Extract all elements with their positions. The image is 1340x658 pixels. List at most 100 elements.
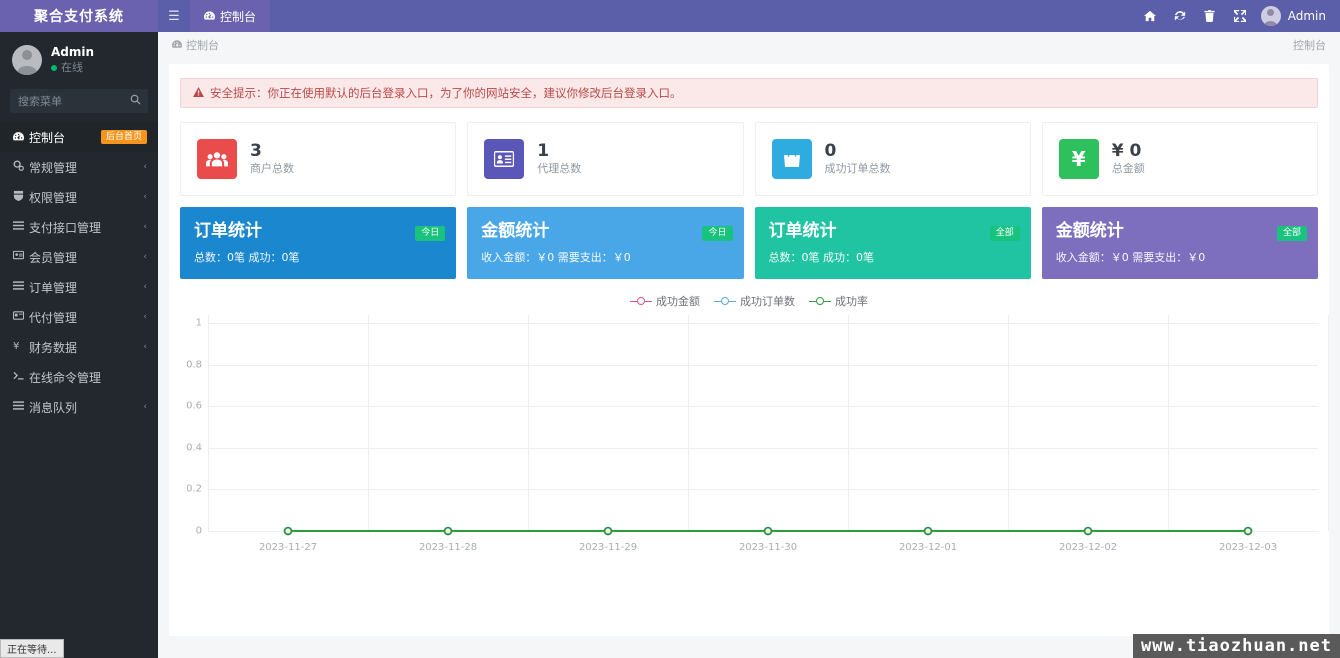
dashboard-icon bbox=[204, 10, 215, 23]
summary-tile-title: 金额统计 bbox=[481, 221, 550, 241]
chart-plot-area: 0 0.2 0.4 0.6 0.8 1 2023-11-27 2023-11-28 2023-1… bbox=[180, 315, 1329, 553]
stat-card-label: 商户总数 bbox=[250, 162, 294, 175]
chevron-left-icon: ‹ bbox=[143, 252, 147, 262]
hamburger-icon[interactable]: ☰ bbox=[158, 0, 190, 32]
sidebar-item-4[interactable]: 会员管理 ‹ bbox=[0, 242, 158, 272]
id-card-icon bbox=[484, 139, 525, 179]
sidebar-item-label: 财务数据 bbox=[29, 340, 78, 355]
sidebar-item-label: 支付接口管理 bbox=[29, 220, 102, 235]
sidebar-user-status: 在线 bbox=[51, 60, 94, 75]
terminal-icon bbox=[13, 370, 29, 384]
summary-tile-title: 订单统计 bbox=[768, 221, 837, 241]
fullscreen-icon[interactable] bbox=[1225, 0, 1255, 32]
avatar[interactable] bbox=[1260, 6, 1281, 26]
sidebar: Admin 在线 控制台后台首页常规管理‹权限管理‹支付接口管理‹会员管理‹订单… bbox=[0, 32, 158, 658]
stat-card-1[interactable]: 1 代理总数 bbox=[467, 122, 744, 196]
bag-icon bbox=[771, 139, 812, 179]
users-icon bbox=[13, 190, 29, 204]
summary-tile-badge: 全部 bbox=[989, 226, 1020, 241]
summary-tile-0[interactable]: 订单统计 总数：0笔 成功：0笔 今日 bbox=[180, 207, 457, 279]
summary-tile-badge: 全部 bbox=[1276, 226, 1307, 241]
sidebar-item-9[interactable]: 消息队列 ‹ bbox=[0, 392, 158, 422]
admin-menu-label[interactable]: Admin bbox=[1288, 9, 1326, 23]
sidebar-avatar[interactable] bbox=[12, 45, 42, 75]
tab-strip: 控制台 bbox=[190, 0, 271, 32]
statistics-chart: 成功金额 成功订单数 成功率 0 0.2 0.4 0.6 0.8 1 2023-11-27 202… bbox=[180, 293, 1329, 573]
sidebar-item-5[interactable]: 订单管理 ‹ bbox=[0, 272, 158, 302]
card-icon bbox=[12, 310, 29, 324]
top-right-actions: Admin bbox=[1135, 0, 1340, 32]
chevron-left-icon: ‹ bbox=[143, 342, 147, 352]
chart-series-layer bbox=[283, 526, 1253, 536]
refresh-icon[interactable] bbox=[1165, 0, 1195, 32]
sidebar-item-2[interactable]: 权限管理 ‹ bbox=[0, 182, 158, 212]
sidebar-item-1[interactable]: 常规管理 ‹ bbox=[0, 152, 158, 182]
legend-item-0[interactable]: 成功金额 bbox=[630, 293, 700, 309]
summary-tile-title: 金额统计 bbox=[1055, 221, 1124, 241]
chevron-left-icon: ‹ bbox=[143, 282, 147, 292]
sidebar-user-name: Admin bbox=[51, 45, 95, 59]
legend-item-label: 成功率 bbox=[835, 295, 868, 308]
browser-status-text: 正在等待... bbox=[0, 639, 64, 658]
chart-data-point bbox=[1243, 526, 1253, 536]
stat-card-label: 成功订单总数 bbox=[824, 162, 891, 175]
sidebar-item-badge: 后台首页 bbox=[100, 130, 147, 144]
chart-data-point bbox=[603, 526, 613, 536]
breadcrumb-label: 控制台 bbox=[186, 39, 219, 52]
tab-dashboard[interactable]: 控制台 bbox=[190, 0, 271, 32]
chart-data-point bbox=[443, 526, 453, 536]
sidebar-item-8[interactable]: 在线命令管理 bbox=[0, 362, 158, 392]
app-root: 聚合支付系统 ☰ 控制台 Admin Admin 在线 搜索菜单 控制台 后台首… bbox=[0, 0, 1340, 658]
summary-tile-sub: 收入金额：￥0 需要支出：￥0 bbox=[1055, 251, 1206, 264]
legend-marker-icon bbox=[714, 296, 736, 306]
summary-tile-sub: 总数：0笔 成功：0笔 bbox=[194, 251, 300, 264]
user-card-icon bbox=[12, 250, 29, 264]
stat-card-label: 代理总数 bbox=[537, 162, 582, 175]
chart-data-point bbox=[763, 526, 773, 536]
stat-card-0[interactable]: 3 商户总数 bbox=[180, 122, 457, 196]
legend-item-2[interactable]: 成功率 bbox=[809, 293, 868, 309]
stat-card-value: 3 bbox=[250, 141, 262, 161]
summary-tile-badge: 今日 bbox=[702, 226, 733, 241]
sidebar-item-7[interactable]: ¥ 财务数据 ‹ bbox=[0, 332, 158, 362]
sidebar-item-label: 在线命令管理 bbox=[29, 370, 102, 385]
summary-tile-sub: 收入金额：￥0 需要支出：￥0 bbox=[481, 251, 631, 264]
stat-card-value: 0 bbox=[824, 141, 837, 161]
sidebar-item-0[interactable]: 控制台 后台首页 bbox=[0, 122, 158, 152]
yen-icon: ¥ bbox=[13, 340, 29, 354]
legend-item-label: 成功金额 bbox=[656, 295, 700, 308]
stat-card-3[interactable]: ¥ ¥ 0 总金额 bbox=[1041, 122, 1318, 196]
sidebar-item-label: 消息队列 bbox=[29, 400, 78, 415]
svg-text:¥: ¥ bbox=[13, 341, 19, 351]
trash-icon[interactable] bbox=[1195, 0, 1225, 32]
stat-card-text: 0 成功订单总数 bbox=[825, 141, 891, 177]
summary-tile-badge: 今日 bbox=[415, 226, 446, 241]
group-icon bbox=[197, 139, 237, 179]
legend-item-1[interactable]: 成功订单数 bbox=[714, 293, 795, 309]
summary-tile-2[interactable]: 订单统计总数：0笔 成功：0笔 全部 bbox=[754, 207, 1031, 279]
stat-card-text: 3 商户总数 bbox=[250, 141, 294, 177]
sidebar-item-label: 控制台 bbox=[29, 130, 66, 145]
sidebar-user-status-label: 在线 bbox=[61, 61, 83, 74]
legend-marker-icon bbox=[809, 296, 831, 306]
dashboard-panel: 安全提示：你正在使用默认的后台登录入口，为了你的网站安全，建议你修改后台登录入口… bbox=[169, 64, 1329, 636]
search-icon[interactable] bbox=[130, 94, 141, 108]
stat-card-label: 总金额 bbox=[1111, 162, 1145, 175]
sidebar-item-label: 常规管理 bbox=[29, 160, 78, 175]
chart-legend: 成功金额 成功订单数 成功率 bbox=[180, 293, 1318, 309]
cogs-icon bbox=[13, 160, 29, 174]
summary-tile-1[interactable]: 金额统计收入金额：￥0 需要支出：￥0 今日 bbox=[467, 207, 744, 279]
summary-tile-3[interactable]: 金额统计收入金额：￥0 需要支出：￥0 全部 bbox=[1041, 207, 1318, 279]
security-alert-text: 安全提示：你正在使用默认的后台登录入口，为了你的网站安全，建议你修改后台登录入口… bbox=[210, 86, 682, 100]
watermark: www.tiaozhuan.net bbox=[1133, 634, 1340, 658]
breadcrumb-right-label: 控制台 bbox=[1293, 39, 1326, 52]
sidebar-item-6[interactable]: 代付管理 ‹ bbox=[0, 302, 158, 332]
chevron-left-icon: ‹ bbox=[143, 312, 147, 322]
chevron-left-icon: ‹ bbox=[143, 402, 147, 412]
sidebar-item-label: 订单管理 bbox=[29, 280, 78, 295]
sidebar-item-3[interactable]: 支付接口管理 ‹ bbox=[0, 212, 158, 242]
summary-tile-sub: 总数：0笔 成功：0笔 bbox=[768, 251, 875, 264]
search-input[interactable] bbox=[10, 89, 148, 113]
home-icon[interactable] bbox=[1135, 0, 1165, 32]
stat-card-2[interactable]: 0 成功订单总数 bbox=[754, 122, 1031, 196]
